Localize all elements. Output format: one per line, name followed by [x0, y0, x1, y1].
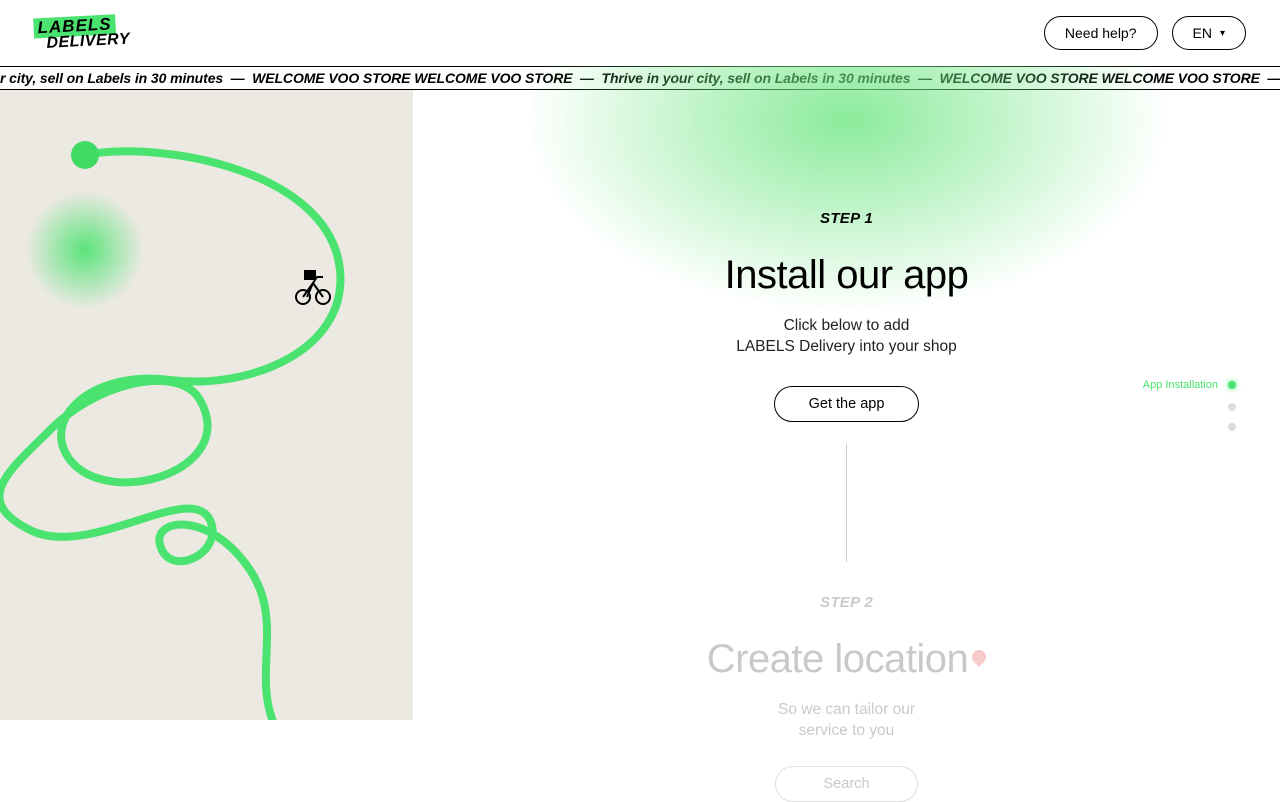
- get-app-button-label: Get the app: [809, 396, 885, 412]
- get-app-button[interactable]: Get the app: [774, 386, 920, 422]
- ticker-bar: r city, sell on Labels in 30 minutes — W…: [0, 66, 1280, 90]
- progress-dot: [1228, 423, 1236, 431]
- help-button[interactable]: Need help?: [1044, 16, 1158, 50]
- progress-dot: [1228, 403, 1236, 411]
- header: LABELS DELIVERY Need help? EN ▾: [0, 0, 1280, 66]
- language-selector[interactable]: EN ▾: [1172, 16, 1246, 50]
- logo[interactable]: LABELS DELIVERY: [33, 13, 130, 53]
- header-actions: Need help? EN ▾: [1044, 16, 1246, 50]
- search-button[interactable]: Search: [775, 766, 919, 802]
- content-panel: STEP 1 Install our app Click below to ad…: [413, 90, 1280, 720]
- progress-item-2[interactable]: [1228, 403, 1236, 411]
- location-pin-icon: [972, 650, 986, 668]
- step-2-title: Create location: [707, 637, 987, 682]
- language-label: EN: [1193, 25, 1212, 41]
- search-button-label: Search: [824, 776, 870, 792]
- step-connector: [846, 444, 847, 562]
- step-1-label: STEP 1: [413, 210, 1280, 227]
- progress-item-1[interactable]: App Installation: [1143, 379, 1236, 391]
- route-illustration: [0, 90, 413, 720]
- progress-indicator: App Installation: [1143, 379, 1236, 431]
- step-1-title: Install our app: [413, 253, 1280, 298]
- step-2-label: STEP 2: [413, 594, 1280, 611]
- illustration-panel: [0, 90, 413, 720]
- progress-item-3[interactable]: [1228, 423, 1236, 431]
- chevron-down-icon: ▾: [1220, 28, 1225, 39]
- step-2-description: So we can tailor our service to you: [413, 700, 1280, 742]
- progress-dot-active: [1228, 381, 1236, 389]
- progress-label-active: App Installation: [1143, 379, 1218, 391]
- help-button-label: Need help?: [1065, 25, 1137, 41]
- step-1-block: STEP 1 Install our app Click below to ad…: [413, 90, 1280, 562]
- ticker-text: r city, sell on Labels in 30 minutes — W…: [0, 70, 1280, 86]
- step-1-description: Click below to add LABELS Delivery into …: [413, 316, 1280, 358]
- step-2-block: STEP 2 Create location So we can tailor …: [413, 594, 1280, 802]
